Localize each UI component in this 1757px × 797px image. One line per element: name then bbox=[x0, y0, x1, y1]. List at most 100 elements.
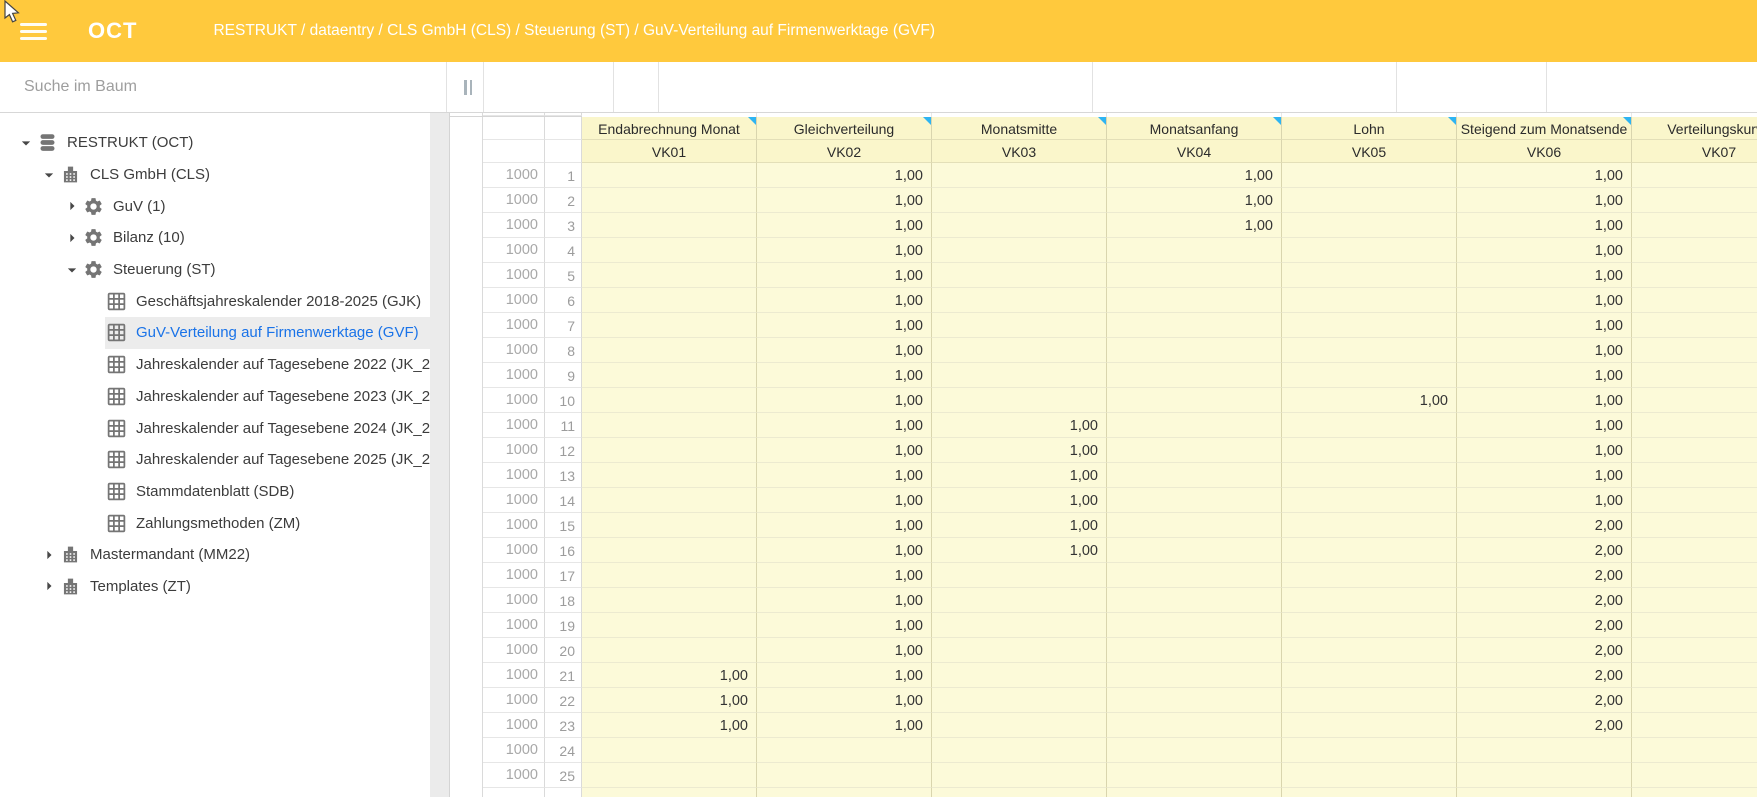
cell-vk04-row-3[interactable]: 1,00 bbox=[1107, 213, 1282, 238]
cell-vk06-row-2[interactable]: 1,00 bbox=[1457, 188, 1632, 213]
cell-vk06-row-7[interactable]: 1,00 bbox=[1457, 313, 1632, 338]
row-number-cell[interactable]: 25 bbox=[545, 763, 582, 788]
row-group-cell[interactable]: 1000 bbox=[483, 413, 545, 438]
cell-vk02-row-21[interactable]: 1,00 bbox=[757, 663, 932, 688]
cell-vk03-row-4[interactable] bbox=[932, 238, 1107, 263]
cell-vk04-row-4[interactable] bbox=[1107, 238, 1282, 263]
cell-vk02-row-6[interactable]: 1,00 bbox=[757, 288, 932, 313]
tree-item-content[interactable]: GuV-Verteilung auf Firmenwerktage (GVF) bbox=[105, 317, 430, 349]
cell-vk04-row-13[interactable] bbox=[1107, 463, 1282, 488]
cell-vk04-row-24[interactable] bbox=[1107, 738, 1282, 763]
row-number-cell[interactable]: 11 bbox=[545, 413, 582, 438]
row-group-cell[interactable]: 1000 bbox=[483, 238, 545, 263]
chevron-collapsed-icon[interactable] bbox=[39, 576, 59, 596]
chevron-collapsed-icon[interactable] bbox=[62, 196, 82, 216]
cell-vk03-row-15[interactable]: 1,00 bbox=[932, 513, 1107, 538]
cell-vk06-row-20[interactable]: 2,00 bbox=[1457, 638, 1632, 663]
cell-vk04-row-25[interactable] bbox=[1107, 763, 1282, 788]
cell-vk06-row-23[interactable]: 2,00 bbox=[1457, 713, 1632, 738]
cell-vk03-row-9[interactable] bbox=[932, 363, 1107, 388]
cell-vk02-row-4[interactable]: 1,00 bbox=[757, 238, 932, 263]
cell-vk04-row-partial[interactable] bbox=[1107, 788, 1282, 797]
cell-vk04-row-14[interactable] bbox=[1107, 488, 1282, 513]
row-group-cell[interactable]: 1000 bbox=[483, 388, 545, 413]
cell-vk06-row-25[interactable] bbox=[1457, 763, 1632, 788]
cell-vk05-row-15[interactable] bbox=[1282, 513, 1457, 538]
cell-vk05-row-23[interactable] bbox=[1282, 713, 1457, 738]
row-number-cell[interactable]: 18 bbox=[545, 588, 582, 613]
cell-vk02-row-15[interactable]: 1,00 bbox=[757, 513, 932, 538]
cell-vk04-row-20[interactable] bbox=[1107, 638, 1282, 663]
cell-vk03-row-1[interactable] bbox=[932, 163, 1107, 188]
cell-vk01-row-10[interactable] bbox=[582, 388, 757, 413]
cell-vk07-row-3[interactable] bbox=[1632, 213, 1757, 238]
cell-vk05-row-19[interactable] bbox=[1282, 613, 1457, 638]
cell-vk05-row-8[interactable] bbox=[1282, 338, 1457, 363]
cell-vk05-row-16[interactable] bbox=[1282, 538, 1457, 563]
cell-vk04-row-5[interactable] bbox=[1107, 263, 1282, 288]
row-number-cell[interactable]: 24 bbox=[545, 738, 582, 763]
row-group-cell[interactable]: 1000 bbox=[483, 288, 545, 313]
cell-vk07-row-18[interactable] bbox=[1632, 588, 1757, 613]
cell-vk06-row-4[interactable]: 1,00 bbox=[1457, 238, 1632, 263]
cell-vk04-row-7[interactable] bbox=[1107, 313, 1282, 338]
cell-vk01-row-5[interactable] bbox=[582, 263, 757, 288]
cell-vk03-row-11[interactable]: 1,00 bbox=[932, 413, 1107, 438]
cell-vk02-row-23[interactable]: 1,00 bbox=[757, 713, 932, 738]
cell-vk07-row-21[interactable] bbox=[1632, 663, 1757, 688]
cell-vk01-row-18[interactable] bbox=[582, 588, 757, 613]
cell-vk01-row-8[interactable] bbox=[582, 338, 757, 363]
cell-vk03-row-13[interactable]: 1,00 bbox=[932, 463, 1107, 488]
cell-vk07-row-9[interactable] bbox=[1632, 363, 1757, 388]
cell-vk07-row-17[interactable] bbox=[1632, 563, 1757, 588]
row-number-cell[interactable]: 1 bbox=[545, 163, 582, 188]
cell-vk06-row-15[interactable]: 2,00 bbox=[1457, 513, 1632, 538]
cell-vk02-row-18[interactable]: 1,00 bbox=[757, 588, 932, 613]
cell-vk07-row-14[interactable] bbox=[1632, 488, 1757, 513]
cell-vk01-row-17[interactable] bbox=[582, 563, 757, 588]
cell-vk07-row-16[interactable] bbox=[1632, 538, 1757, 563]
row-group-cell[interactable]: 1000 bbox=[483, 338, 545, 363]
tree-item-content[interactable]: Templates (ZT) bbox=[59, 571, 430, 603]
panel-resize-handle[interactable] bbox=[458, 73, 478, 101]
cell-vk04-row-12[interactable] bbox=[1107, 438, 1282, 463]
cell-vk06-row-19[interactable]: 2,00 bbox=[1457, 613, 1632, 638]
row-group-cell[interactable]: 1000 bbox=[483, 538, 545, 563]
cell-vk07-row-20[interactable] bbox=[1632, 638, 1757, 663]
cell-vk01-row-4[interactable] bbox=[582, 238, 757, 263]
row-group-cell[interactable]: 1000 bbox=[483, 463, 545, 488]
cell-vk05-row-14[interactable] bbox=[1282, 488, 1457, 513]
tree-search-input[interactable] bbox=[0, 62, 446, 112]
cell-vk07-row-7[interactable] bbox=[1632, 313, 1757, 338]
column-header-vk07[interactable]: Verteilungskurve bbox=[1632, 117, 1757, 140]
cell-vk03-row-21[interactable] bbox=[932, 663, 1107, 688]
cell-vk02-row-16[interactable]: 1,00 bbox=[757, 538, 932, 563]
cell-vk01-row-partial[interactable] bbox=[582, 788, 757, 797]
cell-vk01-row-24[interactable] bbox=[582, 738, 757, 763]
cell-vk04-row-22[interactable] bbox=[1107, 688, 1282, 713]
cell-vk03-row-12[interactable]: 1,00 bbox=[932, 438, 1107, 463]
cell-vk03-row-17[interactable] bbox=[932, 563, 1107, 588]
cell-vk06-row-3[interactable]: 1,00 bbox=[1457, 213, 1632, 238]
row-number-cell[interactable]: 12 bbox=[545, 438, 582, 463]
cell-vk02-row-11[interactable]: 1,00 bbox=[757, 413, 932, 438]
tree-item-stammdatenblatt-sdb[interactable]: Stammdatenblatt (SDB) bbox=[0, 476, 430, 508]
row-number-cell[interactable]: 13 bbox=[545, 463, 582, 488]
cell-vk01-row-16[interactable] bbox=[582, 538, 757, 563]
column-code-vk06[interactable]: VK06 bbox=[1457, 140, 1632, 163]
menu-icon[interactable] bbox=[20, 23, 47, 40]
cell-vk02-row-8[interactable]: 1,00 bbox=[757, 338, 932, 363]
row-number-cell[interactable]: 10 bbox=[545, 388, 582, 413]
cell-vk07-row-2[interactable] bbox=[1632, 188, 1757, 213]
cell-vk05-row-6[interactable] bbox=[1282, 288, 1457, 313]
cell-vk03-row-23[interactable] bbox=[932, 713, 1107, 738]
chevron-expanded-icon[interactable] bbox=[16, 133, 36, 153]
cell-vk07-row-19[interactable] bbox=[1632, 613, 1757, 638]
cell-vk03-row-19[interactable] bbox=[932, 613, 1107, 638]
cell-vk03-row-18[interactable] bbox=[932, 588, 1107, 613]
row-number-cell[interactable]: 6 bbox=[545, 288, 582, 313]
cell-vk02-row-22[interactable]: 1,00 bbox=[757, 688, 932, 713]
cell-vk07-row-4[interactable] bbox=[1632, 238, 1757, 263]
tree-item-content[interactable]: CLS GmbH (CLS) bbox=[59, 159, 430, 191]
cell-vk07-row-partial[interactable] bbox=[1632, 788, 1757, 797]
